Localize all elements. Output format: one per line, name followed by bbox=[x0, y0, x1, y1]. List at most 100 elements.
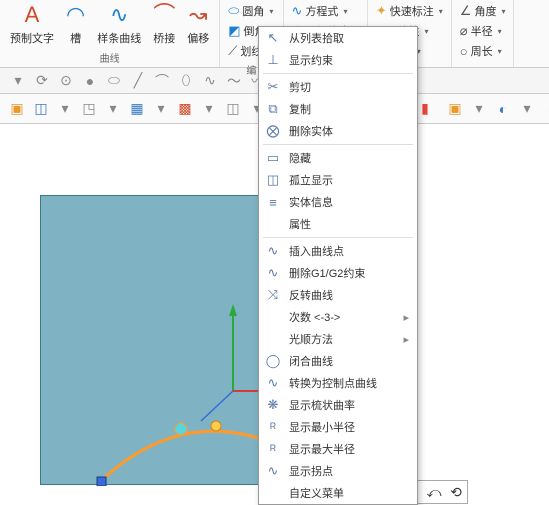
view-btn-3[interactable]: ◳ bbox=[78, 98, 100, 120]
view-btn-8[interactable]: ▾ bbox=[198, 98, 220, 120]
ctx-item-1[interactable]: ⊥显示约束 bbox=[259, 49, 417, 71]
ctx-label: 复制 bbox=[289, 101, 409, 117]
qat-btn-3[interactable]: ● bbox=[80, 71, 100, 91]
view-btn-2[interactable]: ▾ bbox=[54, 98, 76, 120]
ctx-label: 从列表拾取 bbox=[289, 30, 409, 46]
dropdown-icon: ▾ bbox=[343, 7, 347, 16]
col4-btn-1[interactable]: ⌀半径▾ bbox=[456, 22, 510, 40]
dropdown-icon: ▾ bbox=[439, 7, 443, 16]
qat-btn-9[interactable]: 〜 bbox=[224, 71, 244, 91]
dropdown-icon: ▾ bbox=[269, 7, 273, 16]
ribbon-btn-1[interactable]: ◠槽 bbox=[60, 2, 91, 48]
small-label: 周长 bbox=[471, 43, 493, 59]
ctx-item-18[interactable]: ∿ 转换为控制点曲线 bbox=[259, 372, 417, 394]
ribbon-btn-4[interactable]: ↝ 偏移 bbox=[181, 2, 215, 48]
ribbon-label: 偏移 bbox=[187, 30, 209, 46]
ctx-icon: ◯ bbox=[265, 353, 281, 369]
ribbon-btn-3[interactable]: ⌒桥接 bbox=[147, 2, 181, 48]
ctx-item-10[interactable]: 属性 bbox=[259, 213, 417, 235]
view-btn-r-1[interactable]: ▾ bbox=[468, 98, 490, 120]
col3-btn-0[interactable]: ✦快速标注▾ bbox=[372, 2, 447, 20]
qat-btn-8[interactable]: ∿ bbox=[200, 71, 220, 91]
ctx-icon: ▭ bbox=[265, 150, 281, 166]
qat-btn-7[interactable]: ⬯ bbox=[176, 71, 196, 91]
ctx-item-14[interactable]: ⤨反转曲线 bbox=[259, 284, 417, 306]
group-label-curves: 曲线 bbox=[4, 48, 215, 67]
col4-btn-2[interactable]: ○周长 ▾ bbox=[456, 42, 510, 60]
view-btn-0[interactable]: ▣ bbox=[6, 98, 28, 120]
view-btn-7[interactable]: ▩ bbox=[174, 98, 196, 120]
view-btn-r-4[interactable]: ◑ bbox=[540, 98, 549, 120]
qat-btn-4[interactable]: ⬭ bbox=[104, 71, 124, 91]
ctx-label: 属性 bbox=[289, 216, 409, 232]
ribbon-icon: ∿ bbox=[110, 4, 128, 28]
ctx-item-22[interactable]: ∿显示拐点 bbox=[259, 460, 417, 482]
ctx-item-0[interactable]: ↖从列表拾取 bbox=[259, 27, 417, 49]
ctx-item-9[interactable]: ≡实体信息 bbox=[259, 191, 417, 213]
ctx-item-4[interactable]: ⧉ 复制 bbox=[259, 98, 417, 120]
view-btn-1[interactable]: ◫ bbox=[30, 98, 52, 120]
ribbon-label: 桥接 bbox=[153, 30, 175, 46]
ctx-icon: ✂ bbox=[265, 79, 281, 95]
ctx-item-17[interactable]: ◯ 闭合曲线 bbox=[259, 350, 417, 372]
ctx-icon: ∿ bbox=[265, 243, 281, 259]
ctx-icon: ∿ bbox=[265, 375, 281, 391]
ribbon-label: 槽 bbox=[70, 30, 81, 46]
ctx-label: 显示拐点 bbox=[289, 463, 409, 479]
ctx-item-3[interactable]: ✂剪切 bbox=[259, 76, 417, 98]
ribbon-btn-2[interactable]: ∿ 样条曲线 bbox=[91, 2, 147, 48]
ctx-item-21[interactable]: ᴿ显示最大半径 bbox=[259, 438, 417, 460]
qat-btn-6[interactable]: ⌒ bbox=[152, 71, 172, 91]
col2-btn-0[interactable]: ∿方程式 ▾ bbox=[288, 2, 363, 20]
view-btn-r-2[interactable]: ◐ bbox=[492, 98, 514, 120]
dropdown-icon: ▾ bbox=[425, 27, 429, 36]
view-btn-4[interactable]: ▾ bbox=[102, 98, 124, 120]
ctx-item-8[interactable]: ◫孤立显示 bbox=[259, 169, 417, 191]
qat-btn-2[interactable]: ⊙ bbox=[56, 71, 76, 91]
dropdown-icon: ▾ bbox=[498, 47, 502, 56]
small-icon: ∿ bbox=[292, 3, 303, 19]
ribbon-label: 样条曲线 bbox=[97, 30, 141, 46]
ctx-icon: ⊥ bbox=[265, 52, 281, 68]
ctx-icon: ◫ bbox=[265, 172, 281, 188]
ribbon-btn-0[interactable]: A预制文字 bbox=[4, 2, 60, 48]
view-btn-r-3[interactable]: ▾ bbox=[516, 98, 538, 120]
ctx-item-16[interactable]: 光顺方法 ▸ bbox=[259, 328, 417, 350]
view-btn-r-0[interactable]: ▣ bbox=[444, 98, 466, 120]
ctx-item-7[interactable]: ▭隐藏 bbox=[259, 147, 417, 169]
view-btn-6[interactable]: ▾ bbox=[150, 98, 172, 120]
col1-btn-0[interactable]: ⬭圆角▾ bbox=[224, 2, 278, 20]
ctx-icon: ⨂ bbox=[265, 123, 281, 139]
view-btn-9[interactable]: ◫ bbox=[222, 98, 244, 120]
ctx-item-23[interactable]: 自定义菜单 bbox=[259, 482, 417, 504]
submenu-arrow-icon: ▸ bbox=[403, 333, 409, 346]
col4-btn-0[interactable]: ∠角度▾ bbox=[456, 2, 510, 20]
ctx-label: 闭合曲线 bbox=[289, 353, 409, 369]
ctx-icon: ⧉ bbox=[265, 101, 281, 117]
ctx-item-20[interactable]: ᴿ显示最小半径 bbox=[259, 416, 417, 438]
ctx-item-15[interactable]: 次数 <-3->▸ bbox=[259, 306, 417, 328]
submenu-arrow-icon: ▸ bbox=[403, 311, 409, 324]
ctx-icon: ᴿ bbox=[265, 441, 281, 457]
small-icon: ◩ bbox=[228, 23, 240, 39]
small-label: 方程式 bbox=[305, 3, 338, 19]
ctx-label: 光顺方法 bbox=[289, 331, 395, 347]
ctx-item-5[interactable]: ⨂删除实体 bbox=[259, 120, 417, 142]
small-label: 圆角 bbox=[242, 3, 264, 19]
qat-btn-5[interactable]: ╱ bbox=[128, 71, 148, 91]
ctx-item-19[interactable]: ❋显示梳状曲率 bbox=[259, 394, 417, 416]
small-icon: ∠ bbox=[460, 3, 472, 19]
qat-btn-1[interactable]: ⟳ bbox=[32, 71, 52, 91]
ribbon-icon: ↝ bbox=[189, 4, 207, 28]
ctx-label: 转换为控制点曲线 bbox=[289, 375, 409, 391]
ctx-separator bbox=[263, 73, 413, 74]
qat-btn-0[interactable]: ▾ bbox=[8, 71, 28, 91]
ctx-item-13[interactable]: ∿删除G1/G2约束 bbox=[259, 262, 417, 284]
ctx-item-12[interactable]: ∿插入曲线点 bbox=[259, 240, 417, 262]
ctx-icon: ᴿ bbox=[265, 419, 281, 435]
ctx-icon bbox=[265, 309, 281, 325]
ctx-icon: ≡ bbox=[265, 194, 281, 210]
ctx-icon bbox=[265, 485, 281, 501]
view-btn-5[interactable]: ▦ bbox=[126, 98, 148, 120]
small-icon: ○ bbox=[460, 44, 468, 59]
